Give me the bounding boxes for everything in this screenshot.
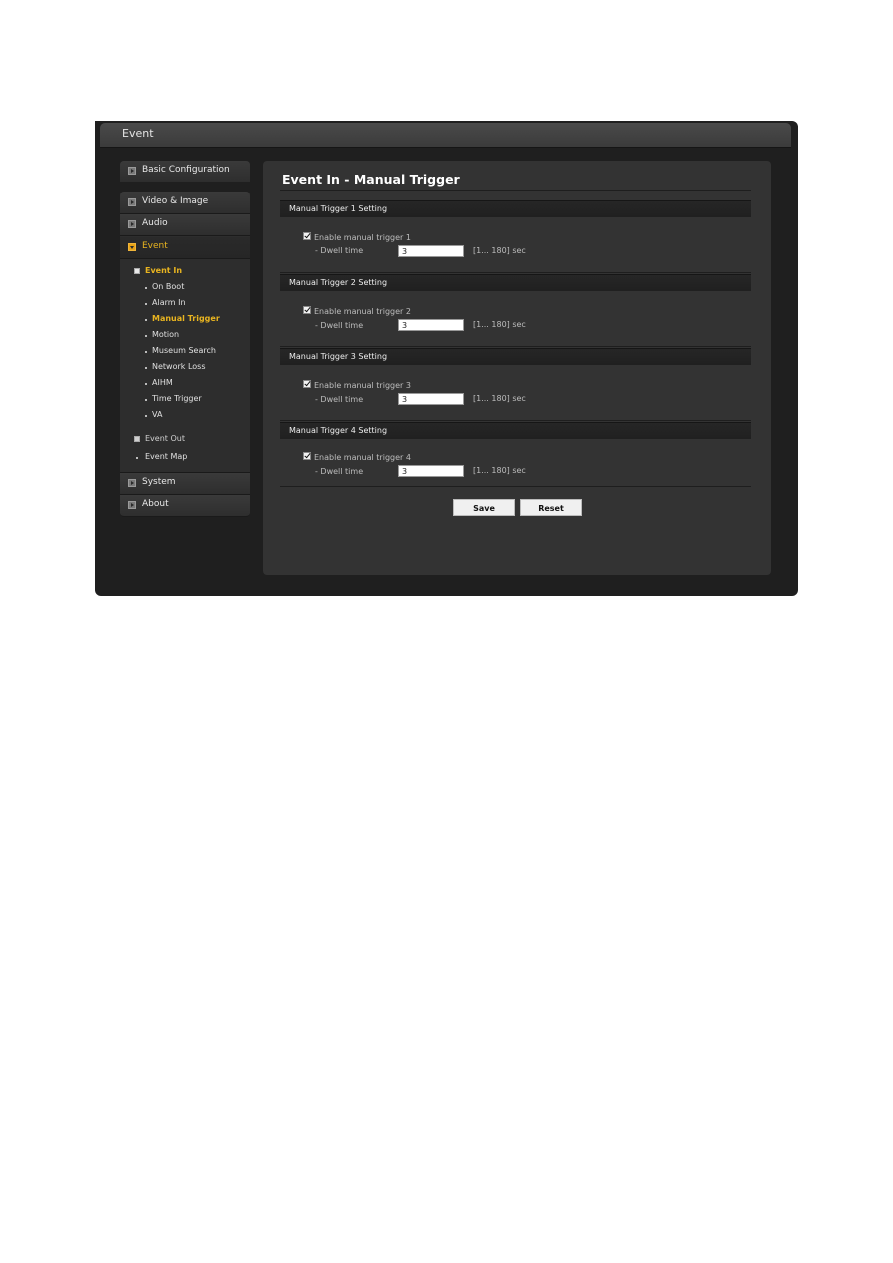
sidebar-item-event[interactable]: Event [120,237,250,259]
sidebar-item-basic-configuration[interactable]: Basic Configuration [120,161,250,183]
divider [280,272,751,273]
dwell-range-hint: [1... 180] sec [473,394,526,403]
window-title: Event [122,127,154,140]
sidebar-item-audio[interactable]: Audio [120,214,250,236]
dwell-time-1-input[interactable] [398,245,464,257]
collapse-arrow-icon [128,243,136,251]
divider [280,486,751,487]
enable-trigger-4-checkbox[interactable] [303,452,311,460]
sidebar-subitem-motion[interactable]: Motion [152,330,179,339]
sidebar-item-label: Audio [142,218,168,228]
bullet-icon [145,335,147,337]
sidebar-item-label: Event [142,241,168,251]
expand-arrow-icon [128,501,136,509]
divider [280,346,751,347]
sidebar-item-label: Video & Image [142,196,209,206]
dwell-time-2-input[interactable] [398,319,464,331]
sidebar-item-label: About [142,499,169,509]
expand-arrow-icon [128,167,136,175]
divider [280,190,751,191]
bullet-icon [145,303,147,305]
section-title: Manual Trigger 3 Setting [289,352,388,361]
bullet-icon [145,319,147,321]
window-titlebar: Event [100,123,791,148]
section-header-trigger-1: Manual Trigger 1 Setting [280,200,751,217]
page-title: Event In - Manual Trigger [282,172,460,187]
bullet-icon [145,367,147,369]
sidebar-item-label: System [142,477,176,487]
section-title: Manual Trigger 2 Setting [289,278,388,287]
sidebar-subitem-alarm-in[interactable]: Alarm In [152,298,186,307]
enable-trigger-1-label: Enable manual trigger 1 [314,233,411,242]
sidebar-subitem-manual-trigger[interactable]: Manual Trigger [152,314,220,323]
dwell-time-label: - Dwell time [315,467,364,476]
section-title: Manual Trigger 4 Setting [289,426,388,435]
divider [280,420,751,421]
sidebar-item-label: Basic Configuration [142,165,230,175]
sidebar-subitem-event-map[interactable]: Event Map [145,452,187,461]
bullet-icon [145,383,147,385]
collapse-box-icon[interactable] [134,268,140,274]
sidebar: Basic Configuration Video & Image Audio … [120,161,250,517]
enable-trigger-3-checkbox[interactable] [303,380,311,388]
enable-trigger-4-label: Enable manual trigger 4 [314,453,411,462]
enable-trigger-3-label: Enable manual trigger 3 [314,381,411,390]
bullet-icon [145,415,147,417]
dwell-range-hint: [1... 180] sec [473,466,526,475]
dwell-time-label: - Dwell time [315,321,364,330]
section-header-trigger-4: Manual Trigger 4 Setting [280,422,751,439]
enable-trigger-1-checkbox[interactable] [303,232,311,240]
enable-trigger-2-checkbox[interactable] [303,306,311,314]
tree-event-in[interactable]: Event In [145,266,182,275]
dwell-time-label: - Dwell time [315,395,364,404]
section-header-trigger-2: Manual Trigger 2 Setting [280,274,751,291]
app-window: Event Basic Configuration Video & Image … [95,121,798,596]
bullet-icon [145,351,147,353]
bullet-icon [136,457,138,459]
expand-arrow-icon [128,198,136,206]
section-header-trigger-3: Manual Trigger 3 Setting [280,348,751,365]
bullet-icon [145,399,147,401]
reset-button[interactable]: Reset [520,499,582,516]
sidebar-subitem-time-trigger[interactable]: Time Trigger [152,394,202,403]
expand-arrow-icon [128,479,136,487]
sidebar-subitem-on-boot[interactable]: On Boot [152,282,184,291]
dwell-range-hint: [1... 180] sec [473,320,526,329]
tree-event-out[interactable]: Event Out [145,434,185,443]
expand-box-icon[interactable] [134,436,140,442]
enable-trigger-2-label: Enable manual trigger 2 [314,307,411,316]
dwell-time-label: - Dwell time [315,246,364,255]
sidebar-subitem-aihm[interactable]: AIHM [152,378,173,387]
expand-arrow-icon [128,220,136,228]
dwell-range-hint: [1... 180] sec [473,246,526,255]
sidebar-item-system[interactable]: System [120,472,250,495]
dwell-time-3-input[interactable] [398,393,464,405]
sidebar-item-video-image[interactable]: Video & Image [120,192,250,214]
save-button[interactable]: Save [453,499,515,516]
sidebar-subitem-museum-search[interactable]: Museum Search [152,346,216,355]
bullet-icon [145,287,147,289]
sidebar-item-about[interactable]: About [120,495,250,517]
sidebar-subitem-va[interactable]: VA [152,410,162,419]
sidebar-subitem-network-loss[interactable]: Network Loss [152,362,206,371]
section-title: Manual Trigger 1 Setting [289,204,388,213]
dwell-time-4-input[interactable] [398,465,464,477]
content-panel: Event In - Manual Trigger Manual Trigger… [263,161,771,575]
